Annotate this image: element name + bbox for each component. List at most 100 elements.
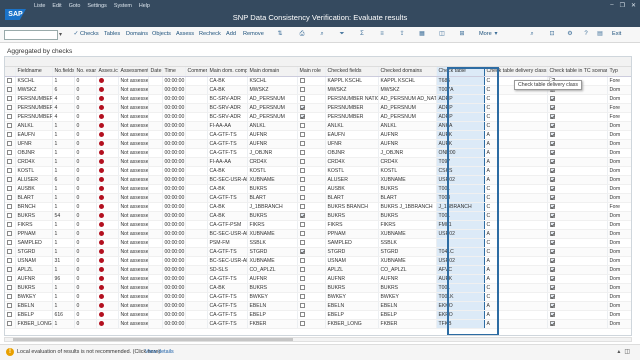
main-role-checkbox[interactable] (299, 212, 305, 218)
help-icon[interactable]: ? (582, 30, 590, 38)
tc-scenario-checkbox[interactable] (549, 248, 555, 254)
main-role-checkbox[interactable] (299, 113, 305, 119)
row-select-checkbox[interactable] (7, 311, 12, 317)
col-header-type[interactable]: Typ (607, 67, 631, 77)
table-row[interactable]: EBELN10Not assessed00:00:00CA-GTF-TSEBEL… (5, 301, 631, 311)
table-row[interactable]: FIKRS10Not assessed00:00:00CA-GTF-PSMFIK… (5, 220, 631, 230)
col-header-fieldname[interactable]: Fieldname (15, 67, 53, 77)
row-select-checkbox[interactable] (7, 284, 12, 290)
row-select-checkbox[interactable] (7, 149, 12, 155)
table-row[interactable]: EAUFN10Not assessed00:00:00CA-GTF-TSAUFN… (5, 130, 631, 140)
main-role-checkbox[interactable] (299, 293, 305, 299)
row-select-checkbox[interactable] (7, 239, 12, 245)
remove-button[interactable]: Remove (243, 31, 264, 37)
tc-scenario-checkbox[interactable] (549, 158, 555, 164)
col-header-check-table[interactable]: Check table (435, 67, 485, 77)
table-row[interactable]: PERSNUMBER40Not assessed00:00:00BC-SRV-A… (5, 103, 631, 113)
export-icon[interactable]: ⇪ (398, 30, 406, 38)
row-select-checkbox[interactable] (7, 194, 12, 200)
sort-icon[interactable]: ⇅ (276, 30, 284, 38)
main-role-checkbox[interactable] (299, 221, 305, 227)
main-role-checkbox[interactable] (299, 77, 305, 83)
tc-scenario-checkbox[interactable] (549, 293, 555, 299)
more-button[interactable]: More (479, 31, 492, 37)
tc-scenario-checkbox[interactable] (549, 176, 555, 182)
menu-edit[interactable]: Edit (52, 3, 61, 9)
filter-icon[interactable]: ⏷ (338, 30, 346, 38)
row-select-checkbox[interactable] (7, 167, 12, 173)
tc-scenario-checkbox[interactable] (549, 149, 555, 155)
tc-scenario-checkbox[interactable] (549, 95, 555, 101)
row-select-checkbox[interactable] (7, 122, 12, 128)
main-role-checkbox[interactable] (299, 302, 305, 308)
table-row[interactable]: ANLKL10Not assessed00:00:00FI-AA-AAANLKL… (5, 121, 631, 131)
col-header-main-dom-comp[interactable]: Main dom. comp (207, 67, 248, 77)
chevron-down-icon[interactable]: ▾ (59, 30, 67, 40)
col-header-main-role[interactable]: Main role (297, 67, 326, 77)
table-row[interactable]: BUKRS10Not assessed00:00:00CA-BKBUKRSBUK… (5, 283, 631, 293)
tables-button[interactable]: Tables (104, 31, 120, 37)
main-role-checkbox[interactable] (299, 275, 305, 281)
add-button[interactable]: Add (226, 31, 236, 37)
col-header-date[interactable]: Date (148, 67, 163, 77)
tc-scenario-checkbox[interactable] (549, 275, 555, 281)
table-row[interactable]: BRNCH10Not assessed00:00:00CA-BKJ_1BBRAN… (5, 202, 631, 212)
main-role-checkbox[interactable] (299, 140, 305, 146)
row-select-checkbox[interactable] (7, 275, 12, 281)
status-message[interactable]: Local evaluation of results is not recom… (17, 349, 160, 355)
col-header-no-fields[interactable]: No.fields (52, 67, 75, 77)
main-role-checkbox[interactable] (299, 95, 305, 101)
table-row[interactable]: CRD4X10Not assessed00:00:00FI-AA-AACRD4X… (5, 157, 631, 167)
checks-button[interactable]: Checks (80, 31, 99, 37)
main-role-checkbox[interactable] (299, 239, 305, 245)
tc-scenario-checkbox[interactable] (549, 167, 555, 173)
status-tools-icon[interactable]: ▴◫ (617, 348, 634, 355)
tc-scenario-checkbox[interactable] (549, 122, 555, 128)
minimize-icon[interactable]: – (610, 2, 613, 9)
menu-goto[interactable]: Goto (69, 3, 81, 9)
row-select-checkbox[interactable] (7, 248, 12, 254)
tc-scenario-checkbox[interactable] (549, 194, 555, 200)
row-select-checkbox[interactable] (7, 77, 12, 83)
col-header-time[interactable]: Time (162, 67, 186, 77)
scrollbar-thumb[interactable] (13, 338, 293, 341)
col-header-checked-fields[interactable]: Checked fields (325, 67, 379, 77)
row-select-checkbox[interactable] (7, 113, 12, 119)
row-select-checkbox[interactable] (7, 131, 12, 137)
row-select-checkbox[interactable] (7, 203, 12, 209)
table-row[interactable]: BWKEY10Not assessed00:00:00CA-GTF-TSBWKE… (5, 292, 631, 302)
main-role-checkbox[interactable] (299, 203, 305, 209)
layout-icon[interactable]: ▦ (418, 30, 426, 38)
table-row[interactable]: PPNAM10Not assessed00:00:00BC-SEC-USR-AD… (5, 229, 631, 239)
main-role-checkbox[interactable] (299, 167, 305, 173)
main-role-checkbox[interactable] (299, 266, 305, 272)
table-row[interactable]: BUKRS540Not assessed00:00:00CA-BKBUKRSBU… (5, 211, 631, 221)
tc-scenario-checkbox[interactable] (549, 104, 555, 110)
row-select-checkbox[interactable] (7, 212, 12, 218)
horizontal-scrollbar[interactable] (4, 337, 632, 342)
tc-scenario-checkbox[interactable] (549, 113, 555, 119)
graphic-icon[interactable]: ◫ (438, 30, 446, 38)
row-select-checkbox[interactable] (7, 266, 12, 272)
tc-scenario-checkbox[interactable] (549, 203, 555, 209)
tc-scenario-checkbox[interactable] (549, 239, 555, 245)
check-icon[interactable]: ✓ (72, 30, 80, 38)
table-row[interactable]: KOSTL10Not assessed00:00:00CA-BKKOSTLKOS… (5, 166, 631, 176)
table-row[interactable]: STGRD10Not assessed00:00:00CA-GTF-TSSTGR… (5, 247, 631, 257)
menu-liste[interactable]: Liste (34, 3, 45, 9)
exit-button[interactable]: Exit (612, 31, 621, 37)
main-role-checkbox[interactable] (299, 194, 305, 200)
print-icon[interactable]: ⎙ (298, 30, 306, 38)
row-select-checkbox[interactable] (7, 176, 12, 182)
main-role-checkbox[interactable] (299, 257, 305, 263)
tc-scenario-checkbox[interactable] (549, 140, 555, 146)
table-row[interactable]: USNAM310Not assessed00:00:00BC-SEC-USR-A… (5, 256, 631, 266)
table-row[interactable]: PERSNUMBER40Not assessed00:00:00BC-SRV-A… (5, 112, 631, 122)
main-role-checkbox[interactable] (299, 131, 305, 137)
tc-scenario-checkbox[interactable] (549, 212, 555, 218)
menu-system[interactable]: System (114, 3, 132, 9)
table-row[interactable]: FKBER_LONG10Not assessed00:00:00CA-GTF-T… (5, 319, 631, 329)
main-role-checkbox[interactable] (299, 185, 305, 191)
main-role-checkbox[interactable] (299, 104, 305, 110)
tc-scenario-checkbox[interactable] (549, 302, 555, 308)
